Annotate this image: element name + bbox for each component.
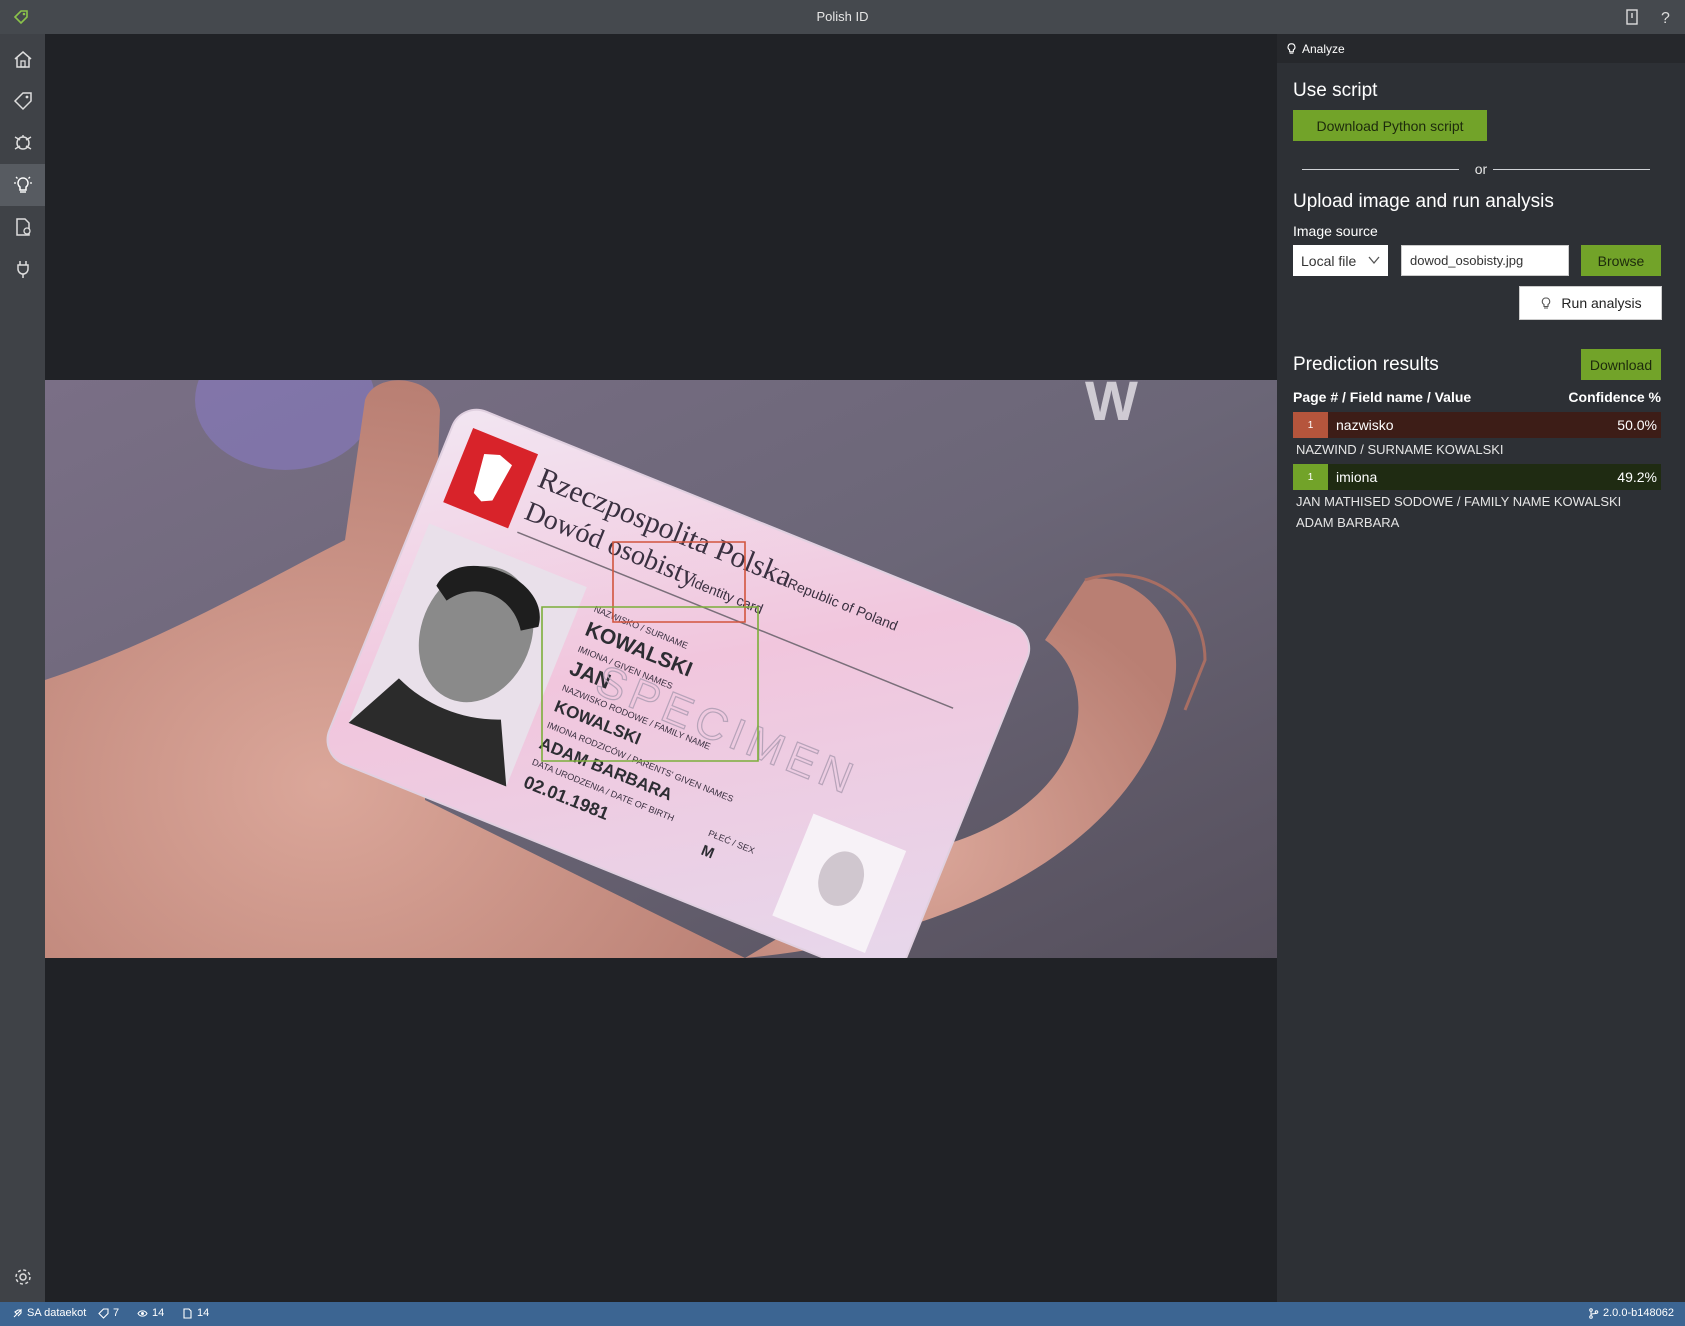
document-icon [183,1307,192,1319]
tags-count-status: 7 [98,1307,119,1319]
svg-text:W: W [1085,380,1138,432]
download-python-script-button[interactable]: Download Python script [1293,110,1487,141]
train-icon [14,135,31,150]
divider-right [1493,169,1650,170]
assets-count: 14 [197,1307,210,1319]
version-status: 2.0.0-b148062 [1588,1307,1674,1319]
svg-text:?: ? [1661,10,1670,27]
sidebar-item-settings[interactable] [0,1256,45,1298]
result-value: NAZWIND / SURNAME KOWALSKI [1296,442,1504,457]
result-row-nazwisko[interactable]: 1 nazwisko 50.0% [1293,412,1661,438]
settings-gear-icon [14,1269,31,1285]
rocket-icon [13,1308,22,1317]
home-icon [14,51,31,68]
eye-icon [137,1309,148,1317]
image-source-select-value: Local file [1301,252,1357,269]
file-name-value: dowod_osobisty.jpg [1410,253,1524,268]
branch-icon [1589,1307,1599,1319]
assets-count-status: 14 [182,1307,209,1319]
download-results-button[interactable]: Download [1581,349,1661,380]
result-row-imiona[interactable]: 1 imiona 49.2% [1293,464,1661,490]
browse-button[interactable]: Browse [1581,245,1661,276]
chevron-down-icon [1368,256,1380,265]
result-confidence: 49.2% [1617,469,1657,485]
visited-count: 14 [152,1307,165,1319]
connections-plug-icon [16,261,29,278]
divider-left [1302,169,1459,170]
page-number-badge: 1 [1293,412,1328,438]
result-field-name: imiona [1336,469,1378,485]
sidebar-item-tags[interactable] [0,80,45,122]
result-value: JAN MATHISED SODOWE / FAMILY NAME KOWALS… [1296,494,1622,530]
title-bar: Polish ID ? [0,0,1685,34]
panel-header: Analyze [1277,34,1685,63]
project-status: SA dataekot [12,1307,86,1319]
help-icon[interactable]: ? [1656,7,1676,27]
results-column-right: Confidence % [1568,389,1661,405]
page-number-badge: 1 [1293,464,1328,490]
status-bar: SA dataekot 7 14 14 2.0.0-b148062 [0,1302,1685,1326]
analyze-panel: Analyze Use script Download Python scrip… [1277,34,1685,1302]
document-image: Rzeczpospolita Polska Republic of Poland… [45,380,1277,958]
sidebar-item-train[interactable] [0,122,45,164]
results-column-left: Page # / Field name / Value [1293,389,1472,405]
upload-heading: Upload image and run analysis [1293,191,1554,212]
panel-title: Analyze [1302,41,1345,56]
tag-icon [13,92,32,111]
sidebar-item-project-settings[interactable] [0,206,45,248]
or-text: or [1474,161,1488,177]
sidebar-item-connections[interactable] [0,248,45,290]
image-canvas[interactable]: Rzeczpospolita Polska Republic of Poland… [45,34,1277,1302]
prediction-results-heading: Prediction results [1293,354,1439,375]
result-field-name: nazwisko [1336,417,1394,433]
run-analysis-button[interactable]: Run analysis [1519,286,1662,320]
id-card-photo: Rzeczpospolita Polska Republic of Poland… [45,380,1277,958]
sidebar-item-home[interactable] [0,38,45,80]
project-settings-icon [15,218,31,236]
use-script-heading: Use script [1293,80,1378,101]
visited-count-status: 14 [137,1307,164,1319]
image-source-label: Image source [1293,223,1378,239]
sidebar-item-analyze[interactable] [0,164,45,206]
run-analysis-label: Run analysis [1561,295,1642,311]
project-name: SA dataekot [27,1307,87,1319]
bookmark-icon[interactable] [1622,7,1642,27]
analyze-lightbulb-icon [13,176,32,193]
tag-icon [98,1307,109,1319]
result-confidence: 50.0% [1617,417,1657,433]
image-source-select[interactable]: Local file [1293,245,1388,276]
analyze-lightbulb-icon [1287,43,1296,54]
left-sidebar [0,34,45,1302]
window-title: Polish ID [816,9,869,24]
app-version: 2.0.0-b148062 [1603,1307,1674,1319]
file-name-input[interactable]: dowod_osobisty.jpg [1401,245,1569,276]
lightbulb-icon [1542,297,1551,309]
results-header: Page # / Field name / Value Confidence % [1293,389,1661,405]
tags-count: 7 [113,1307,120,1319]
